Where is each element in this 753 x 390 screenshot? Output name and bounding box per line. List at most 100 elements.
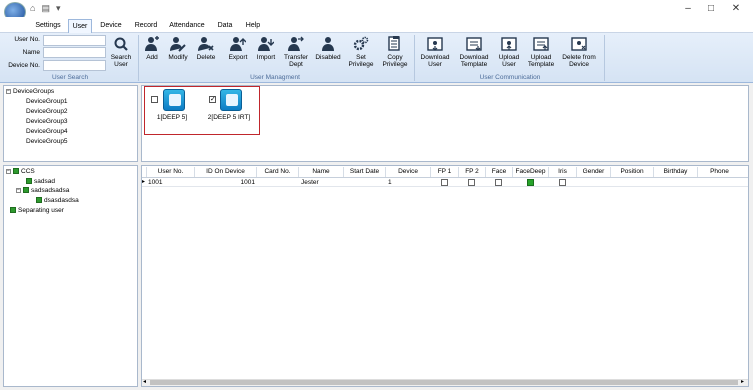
delete-from-device-button[interactable]: Delete from Device bbox=[559, 36, 599, 68]
collapse-icon[interactable]: − bbox=[6, 88, 11, 94]
cell-device[interactable]: 1 bbox=[388, 178, 392, 187]
import-button[interactable]: Import bbox=[254, 36, 278, 61]
export-user-icon bbox=[230, 37, 246, 51]
column-id-on-device[interactable]: ID On Device bbox=[195, 167, 257, 177]
column-gender[interactable]: Gender bbox=[577, 167, 611, 177]
device-no-input[interactable] bbox=[43, 60, 106, 71]
user-no-input[interactable] bbox=[43, 35, 106, 46]
group-icon bbox=[10, 207, 16, 214]
column-fp2[interactable]: FP 2 bbox=[459, 167, 486, 177]
close-button[interactable]: ✕ bbox=[724, 2, 748, 16]
download-template-label: Download Template bbox=[459, 54, 489, 68]
ribbon-separator bbox=[414, 35, 415, 81]
disabled-button[interactable]: Disabled bbox=[314, 36, 342, 61]
download-user-label: Download User bbox=[420, 54, 450, 68]
cell-iris-checkbox[interactable] bbox=[559, 179, 566, 186]
upload-user-button[interactable]: Upload User bbox=[495, 36, 523, 68]
group-icon bbox=[36, 197, 42, 204]
column-position[interactable]: Position bbox=[611, 167, 654, 177]
column-phone[interactable]: Phone bbox=[698, 167, 741, 177]
separating-user-label: Separating user bbox=[18, 207, 64, 214]
copy-privilege-button[interactable]: Copy Privilege bbox=[380, 36, 410, 68]
collapse-icon[interactable]: − bbox=[6, 168, 11, 174]
search-user-button[interactable]: Search User bbox=[108, 36, 134, 68]
name-input[interactable] bbox=[43, 47, 106, 58]
search-icon bbox=[114, 37, 128, 51]
home-icon[interactable]: ⌂ bbox=[30, 3, 35, 14]
quick-access-toolbar: ⌂ ▤ ▾ bbox=[30, 3, 60, 14]
column-birthday[interactable]: Birthday bbox=[654, 167, 698, 177]
upload-template-icon bbox=[533, 37, 549, 51]
cell-user-no[interactable]: 1001 bbox=[148, 178, 162, 187]
cell-name[interactable]: Jester bbox=[301, 178, 319, 187]
tree-item-devicegroup5[interactable]: DeviceGroup5 bbox=[26, 138, 68, 145]
tree-item-ccs[interactable]: − CCS bbox=[6, 168, 35, 175]
tree-item-devicegroup4[interactable]: DeviceGroup4 bbox=[26, 128, 68, 135]
tree-item-separating-user[interactable]: Separating user bbox=[10, 207, 64, 214]
menu-settings[interactable]: Settings bbox=[30, 19, 66, 33]
menu-record[interactable]: Record bbox=[130, 19, 162, 33]
menu-user[interactable]: User bbox=[68, 19, 92, 33]
menu-bar: Settings User Device Record Attendance D… bbox=[0, 17, 753, 33]
copy-privilege-label: Copy Privilege bbox=[382, 54, 408, 68]
column-name[interactable]: Name bbox=[299, 167, 344, 177]
ribbon-separator bbox=[604, 35, 605, 81]
tree-item-dsasdasdsa[interactable]: dsasdasdsa bbox=[36, 197, 79, 204]
column-facedeep[interactable]: FaceDeep bbox=[513, 167, 549, 177]
transfer-dept-button[interactable]: Transfer Dept bbox=[282, 36, 310, 68]
set-privilege-button[interactable]: Set Privilege bbox=[346, 36, 376, 68]
column-iris[interactable]: Iris bbox=[549, 167, 577, 177]
column-device[interactable]: Device bbox=[386, 167, 431, 177]
minimize-button[interactable]: – bbox=[676, 2, 700, 16]
add-user-icon bbox=[145, 36, 159, 51]
tree-item-devicegroup3[interactable]: DeviceGroup3 bbox=[26, 118, 68, 125]
group-icon bbox=[23, 187, 29, 194]
column-fp1[interactable]: FP 1 bbox=[431, 167, 459, 177]
menu-help[interactable]: Help bbox=[242, 19, 264, 33]
menu-attendance[interactable]: Attendance bbox=[166, 19, 208, 33]
device-1[interactable]: 1[DEEP 5] bbox=[152, 89, 192, 121]
scroll-right-icon[interactable]: ▸ bbox=[741, 379, 744, 386]
dsasdasdsa-label: dsasdasdsa bbox=[44, 197, 79, 204]
download-user-button[interactable]: Download User bbox=[418, 36, 452, 68]
set-privilege-label: Set Privilege bbox=[348, 54, 374, 68]
modify-label: Modify bbox=[168, 54, 188, 61]
column-face[interactable]: Face bbox=[486, 167, 513, 177]
add-user-button[interactable]: Add bbox=[142, 36, 162, 61]
tree-item-devicegroup1[interactable]: DeviceGroup1 bbox=[26, 98, 68, 105]
cell-facedeep-checkbox[interactable] bbox=[527, 179, 534, 186]
group-icon bbox=[26, 178, 32, 185]
column-start-date[interactable]: Start Date bbox=[344, 167, 386, 177]
user-communication-group-label: User Communication bbox=[479, 74, 541, 81]
tree-item-devicegroup2[interactable]: DeviceGroup2 bbox=[26, 108, 68, 115]
menu-data[interactable]: Data bbox=[214, 19, 236, 33]
cell-id-on-device[interactable]: 1001 bbox=[195, 178, 255, 187]
delete-user-button[interactable]: Delete bbox=[194, 36, 218, 61]
modify-user-button[interactable]: Modify bbox=[166, 36, 190, 61]
device-groups-root[interactable]: − DeviceGroups bbox=[6, 88, 54, 95]
device-2[interactable]: 2[DEEP 5 IRT] bbox=[206, 89, 252, 121]
scroll-left-icon[interactable]: ◂ bbox=[143, 379, 146, 386]
upload-template-button[interactable]: Upload Template bbox=[526, 36, 556, 68]
cell-fp2-checkbox[interactable] bbox=[468, 179, 475, 186]
copy-document-icon bbox=[388, 36, 400, 51]
edit-user-icon bbox=[170, 37, 186, 52]
tree-item-sadsad[interactable]: sadsad bbox=[26, 178, 55, 185]
cell-fp1-checkbox[interactable] bbox=[441, 179, 448, 186]
maximize-button[interactable]: □ bbox=[699, 2, 723, 16]
search-user-label: Search User bbox=[110, 54, 132, 68]
user-management-group-label: User Managment bbox=[250, 74, 300, 81]
column-user-no[interactable]: User No. bbox=[147, 167, 195, 177]
save-icon[interactable]: ▤ bbox=[41, 3, 50, 14]
download-template-button[interactable]: Download Template bbox=[456, 36, 492, 68]
export-button[interactable]: Export bbox=[226, 36, 250, 61]
menu-device[interactable]: Device bbox=[96, 19, 126, 33]
sadsadsadsa-label: sadsadsadsa bbox=[31, 187, 70, 194]
collapse-icon[interactable]: − bbox=[16, 187, 21, 193]
dropdown-icon[interactable]: ▾ bbox=[56, 3, 61, 14]
tree-item-sadsadsadsa[interactable]: − sadsadsadsa bbox=[16, 187, 69, 194]
column-card-no[interactable]: Card No. bbox=[257, 167, 299, 177]
cell-face-checkbox[interactable] bbox=[495, 179, 502, 186]
scrollbar-thumb[interactable] bbox=[150, 380, 738, 385]
import-user-icon bbox=[258, 37, 274, 51]
